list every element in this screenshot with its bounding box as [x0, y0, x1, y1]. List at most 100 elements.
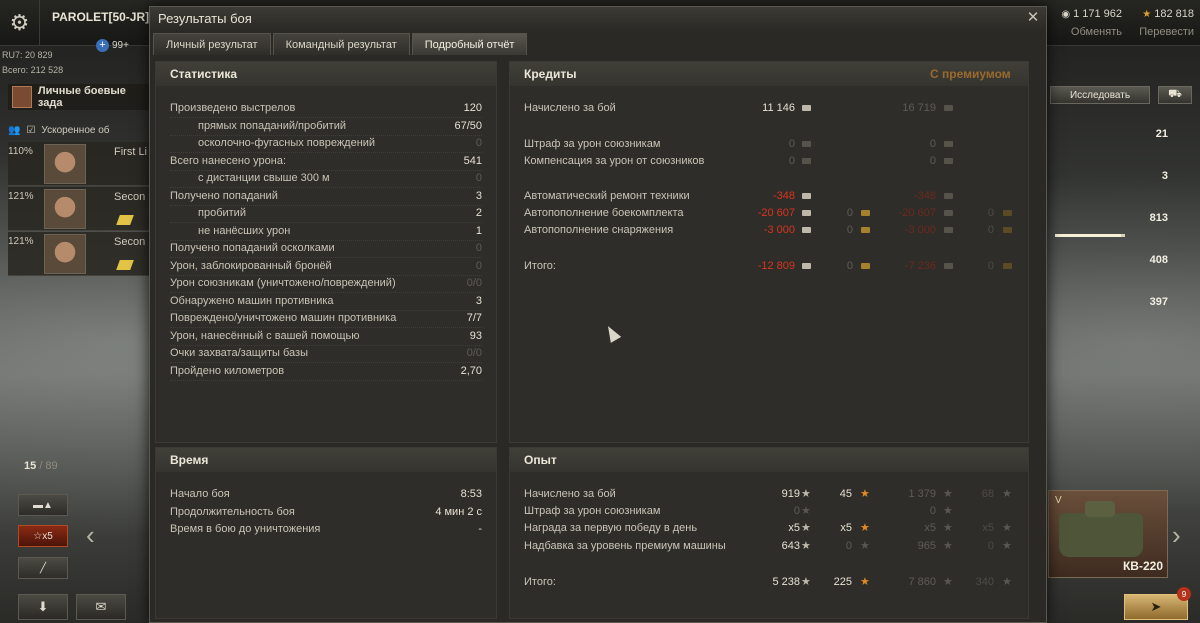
stat-row: прямых попаданий/пробитий 67/50: [156, 120, 496, 137]
credits-row: Штраф за урон союзникам 0 0: [510, 138, 1028, 155]
stat-row: Урон, заблокированный бронёй 0: [156, 260, 496, 277]
crew-role: Secon: [114, 236, 146, 248]
experience-row: Штраф за урон союзникам 0 ★ 0 ★: [510, 505, 1028, 522]
service-button[interactable]: ⬇: [18, 594, 68, 620]
stat-row: осколочно-фугасных повреждений 0: [156, 137, 496, 154]
stat-label: осколочно-фугасных повреждений: [198, 137, 376, 149]
stat-value: 0/0: [466, 347, 482, 359]
slash-icon: ╱: [39, 562, 47, 574]
credits-icon: [802, 227, 811, 233]
credits-label: Штраф за урон союзникам: [524, 138, 661, 150]
credits-premium-value: -3 000: [904, 224, 936, 236]
exchange-link[interactable]: Обменять: [1052, 26, 1122, 38]
stat-value: 3: [475, 294, 482, 307]
experience-value: 919: [781, 488, 800, 500]
credits-label: Компенсация за урон от союзников: [524, 155, 705, 167]
experience-value: x5: [788, 522, 800, 534]
gold-amount: 182 818: [1154, 8, 1194, 20]
rank-badge-icon: [116, 215, 134, 225]
stat-row: Пройдено километров 2,70: [156, 365, 496, 382]
chat-icon: ✉: [95, 599, 107, 614]
stat-row: Произведено выстрелов 120: [156, 102, 496, 119]
checkbox-icon[interactable]: ☑: [26, 125, 35, 136]
selected-tank-card[interactable]: V КВ-220: [1048, 490, 1168, 578]
experience-value: 0: [793, 505, 800, 517]
experience-value: 5 238: [772, 576, 800, 588]
tank-stat-bar: [1055, 234, 1125, 237]
battle-button[interactable]: ➤ 9: [1124, 587, 1191, 620]
tank-filter-button[interactable]: ▬▲: [18, 494, 68, 516]
credits-premium-gold-value: 0: [987, 207, 994, 219]
x5-filter-button[interactable]: ☆ x5: [18, 525, 68, 547]
experience-row: Надбавка за уровень премиум машины 643 ★ 0 ★…: [510, 540, 1028, 557]
star-icon: ★: [801, 505, 811, 517]
accelerated-training-toggle[interactable]: 👥 ☑ Ускоренное об: [8, 120, 153, 140]
stat-value: 0: [475, 172, 482, 184]
close-icon[interactable]: ✕: [1024, 9, 1042, 27]
stat-row: Урон союзникам (уничтожено/повреждений) 0…: [156, 277, 496, 294]
experience-label: Надбавка за уровень премиум машины: [524, 540, 726, 552]
stat-value: 93: [469, 329, 482, 342]
experience-value: 643: [781, 540, 800, 552]
experience-panel: Опыт Начислено за бой 919 ★ 45 ★ 1 379 ★ 68 ★ Штр…: [509, 447, 1029, 619]
stat-label: Урон, заблокированный бронёй: [170, 259, 332, 272]
stat-value: 120: [463, 102, 482, 114]
tank-stat-5: 397: [1149, 296, 1168, 308]
experience-premium-value: x5: [924, 522, 936, 534]
transfer-link[interactable]: Перевести: [1128, 26, 1194, 38]
star-icon: ★: [943, 522, 953, 534]
rank-badge-icon: [116, 260, 134, 270]
crew-member-2[interactable]: 121% Secon: [8, 187, 153, 231]
time-value: 4 мин 2 с: [435, 505, 482, 518]
free-experience-premium-value: 0: [987, 540, 994, 552]
credits-premium-value: -20 607: [898, 207, 936, 219]
crew-member-1[interactable]: 110% First Li: [8, 142, 153, 186]
chat-button[interactable]: ✉: [76, 594, 126, 620]
tank-stat-3: 813: [1149, 212, 1168, 224]
stat-row: Получено попаданий осколками 0: [156, 242, 496, 259]
settings-gear-icon[interactable]: ⚙: [0, 0, 40, 46]
credits-value: -12 809: [757, 260, 795, 272]
carousel-left-chevron-icon[interactable]: ‹: [86, 520, 95, 551]
crossed-filter-button[interactable]: ╱: [18, 557, 68, 579]
gold-icon: [861, 263, 870, 269]
credits-value: -348: [772, 190, 795, 202]
credits-label: Начислено за бой: [524, 102, 616, 114]
star-icon: ★: [801, 488, 811, 500]
stat-label: Произведено выстрелов: [170, 102, 296, 114]
research-button[interactable]: Исследовать: [1050, 86, 1150, 104]
credits-block[interactable]: ◉ 1 171 962 Обменять: [1052, 8, 1122, 38]
star-icon: ★: [801, 576, 811, 588]
gold-block[interactable]: ★ 182 818 Перевести: [1128, 8, 1194, 38]
download-icon: ⬇: [37, 599, 49, 614]
tech-tree-button[interactable]: ⛟: [1158, 86, 1192, 104]
time-label: Продолжительность боя: [170, 505, 295, 518]
carousel-right-chevron-icon[interactable]: ›: [1172, 520, 1181, 551]
tank-counter: 15 / 89: [24, 460, 58, 472]
dialog-title: Результаты боя: [150, 7, 1046, 31]
star-icon: ☆: [33, 530, 43, 542]
notifications-badge[interactable]: + 99+: [96, 39, 129, 52]
stat-label: с дистанции свыше 300 м: [198, 172, 330, 184]
stat-value: 0: [475, 242, 482, 254]
player-name[interactable]: PAROLET[50-JR]: [52, 10, 149, 24]
credits-value: 0: [788, 155, 795, 167]
stat-label: пробитий: [198, 207, 246, 219]
credits-icon: [944, 263, 953, 269]
time-row: Начало боя 8:53: [156, 488, 496, 505]
gold-icon: ★: [1142, 9, 1152, 20]
tab-personal[interactable]: Личный результат: [153, 33, 271, 55]
tab-team[interactable]: Командный результат: [272, 33, 410, 55]
credits-value: 11 146: [762, 102, 795, 114]
credits-premium-value: -7 236: [904, 260, 936, 272]
time-heading: Время: [156, 448, 496, 472]
credits-icon: [944, 227, 953, 233]
stat-value: 541: [463, 154, 482, 167]
credits-icon: [944, 158, 953, 164]
crew-member-3[interactable]: 121% Secon: [8, 232, 153, 276]
personal-missions-button[interactable]: Личные боевые зада: [8, 84, 153, 110]
stat-value: 3: [475, 189, 482, 202]
credits-icon: [802, 210, 811, 216]
stat-label: Всего нанесено урона:: [170, 154, 287, 167]
tab-detailed[interactable]: Подробный отчёт: [411, 33, 528, 55]
